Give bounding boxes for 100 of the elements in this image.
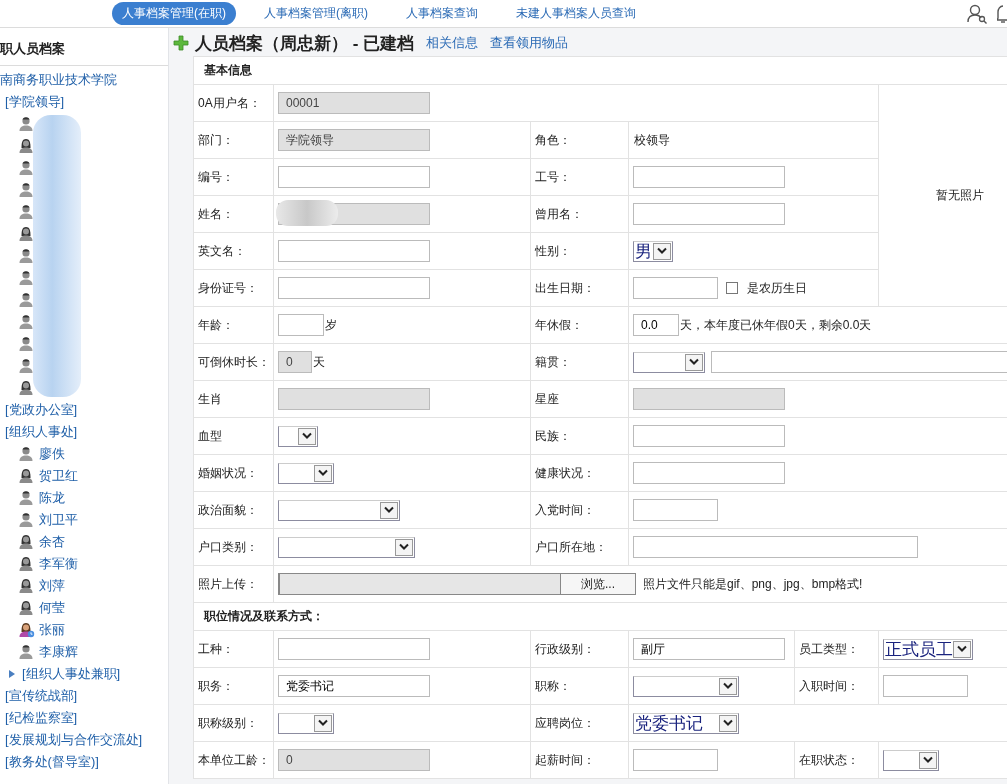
field-label: 英文名： bbox=[198, 243, 246, 258]
input-field[interactable] bbox=[633, 499, 718, 521]
person-icon bbox=[19, 600, 35, 616]
field-label: 血型 bbox=[198, 428, 222, 443]
field-label: 户口类别： bbox=[198, 539, 258, 554]
person-icon bbox=[19, 226, 35, 242]
chevron-down-icon bbox=[318, 469, 328, 477]
person-icon bbox=[19, 556, 35, 572]
dropdown[interactable] bbox=[278, 712, 334, 734]
tree-item[interactable]: 陈龙 bbox=[39, 489, 65, 507]
field-label: 可倒休时长： bbox=[198, 354, 270, 369]
readonly-field[interactable]: 0 bbox=[278, 351, 312, 373]
tree-item[interactable]: 刘萍 bbox=[39, 577, 65, 595]
dropdown[interactable] bbox=[883, 749, 939, 771]
tree-group[interactable]: [党政办公室] bbox=[5, 401, 78, 419]
dropdown[interactable] bbox=[278, 536, 415, 558]
field-label: 角色： bbox=[535, 132, 571, 147]
input-field[interactable]: 党委书记 bbox=[278, 675, 430, 697]
field-label: 职称： bbox=[535, 678, 571, 693]
page-title: 人员档案（周忠新） - 已建档 bbox=[195, 32, 415, 55]
input-field[interactable] bbox=[633, 536, 918, 558]
dropdown[interactable] bbox=[278, 499, 400, 521]
link[interactable]: 相关信息 bbox=[426, 34, 479, 52]
tree-group[interactable]: [组织人事处] bbox=[5, 423, 78, 441]
tree-item[interactable]: 张丽 bbox=[39, 621, 65, 639]
dropdown[interactable] bbox=[633, 675, 739, 697]
tree-group[interactable]: [组织人事处兼职] bbox=[22, 665, 121, 683]
dropdown[interactable] bbox=[278, 462, 334, 484]
field-label: 出生日期： bbox=[535, 280, 595, 295]
field-label: 民族： bbox=[535, 428, 571, 443]
tree-item[interactable]: 李军衡 bbox=[39, 555, 78, 573]
input-field[interactable] bbox=[278, 314, 324, 336]
field-label: 姓名： bbox=[198, 206, 234, 221]
input-field[interactable] bbox=[883, 675, 968, 697]
nav-tab[interactable]: 人事档案管理(在职) bbox=[112, 2, 236, 25]
field-value: 校领导 bbox=[634, 131, 670, 149]
section-title: 职位情况及联系方式： bbox=[204, 609, 324, 623]
user-search-icon[interactable] bbox=[967, 3, 987, 24]
dropdown[interactable]: 党委书记 bbox=[633, 712, 739, 734]
person-icon bbox=[19, 160, 35, 176]
tree-group[interactable]: [宣传统战部] bbox=[5, 687, 78, 705]
dropdown[interactable]: 正式员工 bbox=[883, 638, 973, 660]
input-field[interactable] bbox=[633, 749, 718, 771]
tree-group[interactable]: [发展规划与合作交流处] bbox=[5, 731, 143, 749]
tree-item[interactable]: 何莹 bbox=[39, 599, 65, 617]
tree-item[interactable]: 贺卫红 bbox=[39, 467, 78, 485]
nav-tab[interactable]: 人事档案查询 bbox=[396, 2, 488, 25]
chevron-down-icon bbox=[399, 543, 409, 551]
checkbox[interactable] bbox=[726, 282, 738, 294]
sidebar-title: 职人员档案 bbox=[0, 28, 168, 66]
field-label: 政治面貌： bbox=[198, 502, 258, 517]
person-icon bbox=[19, 116, 35, 132]
input-field[interactable] bbox=[633, 425, 785, 447]
browse-button[interactable]: 浏览... bbox=[560, 574, 635, 594]
checkbox-label: 是农历生日 bbox=[747, 279, 807, 297]
tree-item[interactable]: 刘卫平 bbox=[39, 511, 78, 529]
readonly-field[interactable]: 学院领导 bbox=[278, 129, 430, 151]
nav-tab[interactable]: 人事档案管理(离职) bbox=[254, 2, 378, 25]
field-label: 工种： bbox=[198, 641, 234, 656]
nav-tab[interactable]: 未建人事档案人员查询 bbox=[506, 2, 646, 25]
field-label: 年休假： bbox=[535, 317, 583, 332]
tree-item[interactable]: 余杏 bbox=[39, 533, 65, 551]
readonly-field[interactable] bbox=[278, 388, 430, 410]
input-field[interactable] bbox=[278, 240, 430, 262]
tree-item[interactable]: 廖佚 bbox=[39, 445, 65, 463]
chevron-down-icon bbox=[723, 682, 733, 690]
readonly-field[interactable]: 0 bbox=[278, 749, 430, 771]
bell-icon[interactable] bbox=[997, 3, 1007, 24]
input-field[interactable] bbox=[633, 462, 785, 484]
tree-group[interactable]: [学院领导] bbox=[5, 93, 65, 111]
input-field[interactable] bbox=[633, 166, 785, 188]
dropdown[interactable]: 男 bbox=[633, 240, 673, 262]
caret-right-icon[interactable] bbox=[8, 669, 16, 679]
person-icon bbox=[19, 490, 35, 506]
field-label: 职务： bbox=[198, 678, 234, 693]
person-icon bbox=[19, 138, 35, 154]
dropdown[interactable] bbox=[633, 351, 705, 373]
dropdown[interactable] bbox=[278, 425, 318, 447]
readonly-field[interactable]: 00001 bbox=[278, 92, 430, 114]
input-field[interactable] bbox=[278, 166, 430, 188]
input-field[interactable] bbox=[633, 277, 718, 299]
chevron-down-icon bbox=[957, 645, 967, 653]
readonly-field[interactable] bbox=[633, 388, 785, 410]
field-value: 天 bbox=[313, 353, 325, 371]
input-field[interactable] bbox=[711, 351, 1007, 373]
chevron-down-icon bbox=[657, 247, 667, 255]
link[interactable]: 查看领用物品 bbox=[490, 34, 569, 52]
field-label: 健康状况： bbox=[535, 465, 595, 480]
chevron-down-icon bbox=[723, 719, 733, 727]
tree-group[interactable]: [教务处(督导室)] bbox=[5, 753, 99, 771]
person-icon bbox=[19, 512, 35, 528]
input-field[interactable]: 0.0 bbox=[633, 314, 679, 336]
tree-root[interactable]: 南商务职业技术学院 bbox=[0, 66, 168, 91]
tree-item[interactable]: 李康辉 bbox=[39, 643, 78, 661]
input-field[interactable] bbox=[278, 638, 430, 660]
input-field[interactable] bbox=[633, 203, 785, 225]
file-field[interactable]: 浏览... bbox=[278, 573, 636, 595]
input-field[interactable]: 副厅 bbox=[633, 638, 785, 660]
input-field[interactable] bbox=[278, 277, 430, 299]
tree-group[interactable]: [纪检监察室] bbox=[5, 709, 78, 727]
